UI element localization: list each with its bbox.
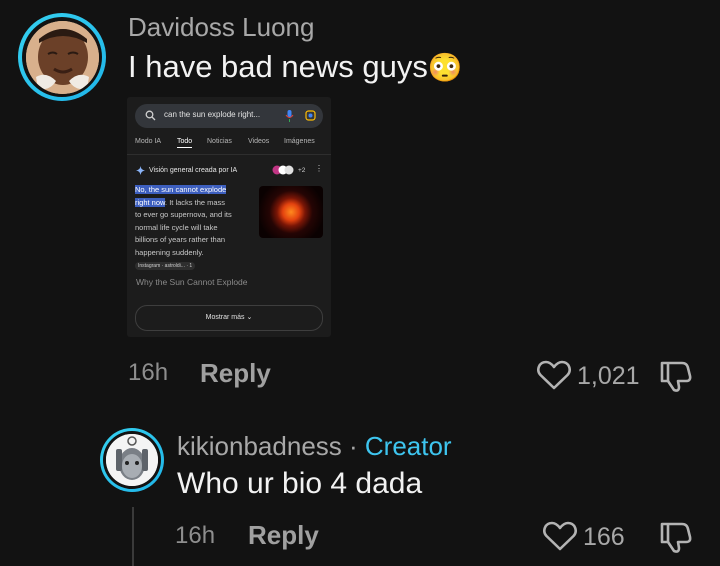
reply-timestamp: 16h [175, 522, 216, 549]
shot-body-line: normal life cycle will take [135, 222, 218, 232]
shot-tab: Imágenes [284, 138, 315, 145]
search-icon [145, 110, 156, 121]
shot-tab: Modo IA [135, 138, 162, 145]
attached-screenshot[interactable]: can the sun explode right... Modo IA Tod… [127, 97, 331, 337]
more-options-icon: ⋮ [315, 164, 323, 173]
shot-tab: Videos [248, 138, 270, 145]
comment-text: I have bad news guys😳 [128, 49, 463, 85]
dislike-icon[interactable] [658, 520, 692, 554]
shot-body-line: to ever go supernova, and its [135, 210, 232, 220]
reply-button[interactable]: Reply [200, 358, 271, 389]
shot-source-chip: Instagram · astroldi... · 1 [135, 261, 196, 270]
source-favicons-icon [272, 165, 294, 175]
chevron-down-icon: ⌄ [246, 314, 253, 321]
shot-tabs: Modo IA Todo Noticias Videos Imágenes [135, 137, 325, 151]
reply-reply-button[interactable]: Reply [248, 520, 319, 551]
shot-tab: Noticias [207, 138, 232, 145]
shot-ai-answer: No, the sun cannot explode right now. It… [135, 184, 247, 272]
replier-avatar[interactable] [100, 428, 164, 492]
reply-author-line: kikionbadness · Creator [177, 431, 452, 462]
thread-line [132, 507, 134, 566]
shot-ai-overview-header: Visión general creada por IA [149, 167, 238, 174]
shot-source-count: +2 [298, 167, 306, 174]
shot-divider [127, 154, 331, 155]
reply-like-count: 166 [583, 523, 625, 551]
flushed-face-emoji: 😳 [427, 52, 463, 83]
shot-section-heading: Why the Sun Cannot Explode [136, 277, 248, 287]
shot-show-more-button: Mostrar más ⌄ [135, 305, 323, 331]
commenter-username[interactable]: Davidoss Luong [128, 12, 314, 43]
exploding-sun-thumbnail [259, 186, 323, 238]
comment-timestamp: 16h [128, 359, 169, 386]
reply-text: Who ur bio 4 dada [177, 467, 423, 500]
shot-search-query: can the sun explode right... [164, 110, 261, 119]
profile-photo [25, 20, 99, 94]
shot-search-bar: can the sun explode right... [135, 104, 323, 128]
profile-photo [106, 434, 158, 486]
comment-like-count: 1,021 [577, 362, 640, 390]
microphone-icon [285, 110, 294, 122]
heart-icon[interactable] [543, 521, 577, 551]
commenter-avatar[interactable] [18, 13, 106, 101]
shot-highlight-2: right now [135, 197, 166, 207]
name-separator: · [341, 431, 365, 461]
shot-body-line: happening suddenly. [135, 247, 204, 257]
dislike-icon[interactable] [658, 359, 692, 393]
comment-text-body: I have bad news guys [128, 49, 428, 84]
sparkle-icon [136, 166, 145, 175]
shot-body-line: . It lacks the mass [165, 197, 226, 207]
shot-tab-active: Todo [177, 138, 193, 148]
shot-body-line: billions of years rather than [135, 235, 226, 245]
shot-highlight-1: No, the sun cannot explode [135, 185, 227, 194]
replier-username[interactable]: kikionbadness [177, 431, 342, 461]
lens-icon [305, 110, 316, 121]
creator-badge: Creator [364, 431, 452, 461]
heart-icon[interactable] [537, 360, 571, 390]
shot-show-more-label: Mostrar más [205, 314, 245, 321]
